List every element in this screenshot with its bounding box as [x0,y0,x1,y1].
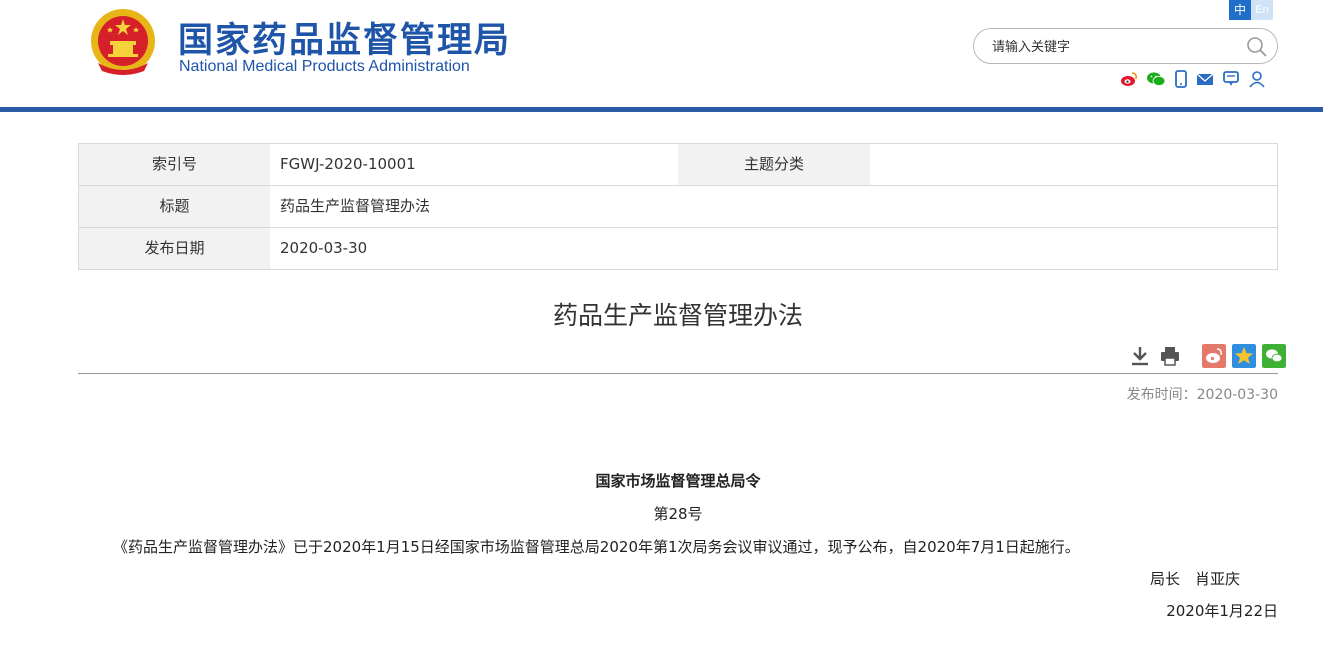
social-links [1120,70,1266,88]
index-label: 索引号 [79,144,270,185]
publish-time: 发布时间：2020-03-30 [1126,387,1278,403]
site-header: 国家药品监督管理局 National Medical Products Admi… [0,0,1323,108]
topic-value [870,144,1277,185]
share-weibo-icon[interactable] [1202,344,1226,368]
decree-heading: 国家市场监督管理总局令 [595,472,761,490]
title-value: 药品生产监督管理办法 [280,197,431,215]
lang-zh-button[interactable]: 中 [1229,0,1251,20]
date-value: 2020-03-30 [280,239,368,257]
user-icon[interactable] [1248,70,1266,88]
date-label: 发布日期 [79,228,270,269]
meta-row-date: 发布日期 2020-03-30 [79,228,1277,270]
decree-number: 第28号 [653,505,703,523]
decree-date: 2020年1月22日 [1166,602,1278,620]
title-label: 标题 [79,186,270,227]
article-divider [78,373,1278,374]
site-title-cn[interactable]: 国家药品监督管理局 [178,12,511,63]
print-icon[interactable] [1158,344,1182,368]
wechat-icon[interactable] [1146,70,1166,88]
site-title-en[interactable]: National Medical Products Administration [179,58,470,76]
share-qzone-icon[interactable] [1232,344,1256,368]
search-input[interactable] [992,37,1232,57]
article-toolbar [1128,344,1286,368]
topic-label: 主题分类 [678,144,870,185]
document-meta-table: 索引号 FGWJ-2020-10001 主题分类 标题 药品生产监督管理办法 发… [78,143,1278,270]
mail-icon[interactable] [1196,70,1214,88]
header-divider [0,107,1323,112]
language-switch: 中 En [1229,0,1273,20]
download-icon[interactable] [1128,344,1152,368]
meta-row-index: 索引号 FGWJ-2020-10001 主题分类 [79,144,1277,186]
message-icon[interactable] [1222,70,1240,88]
share-wechat-icon[interactable] [1262,344,1286,368]
decree-body-text: 《药品生产监督管理办法》已于2020年1月15日经国家市场监督管理总局2020年… [113,538,1080,556]
decree-signatory: 局长 肖亚庆 [1150,570,1241,588]
national-emblem-logo[interactable] [88,7,158,77]
search-icon[interactable] [1245,35,1269,59]
index-value: FGWJ-2020-10001 [280,155,416,173]
weibo-icon[interactable] [1120,70,1138,88]
search-box [973,28,1278,64]
meta-row-title: 标题 药品生产监督管理办法 [79,186,1277,228]
mobile-icon[interactable] [1174,70,1188,88]
article-title: 药品生产监督管理办法 [552,301,803,330]
lang-en-button[interactable]: En [1251,0,1273,20]
